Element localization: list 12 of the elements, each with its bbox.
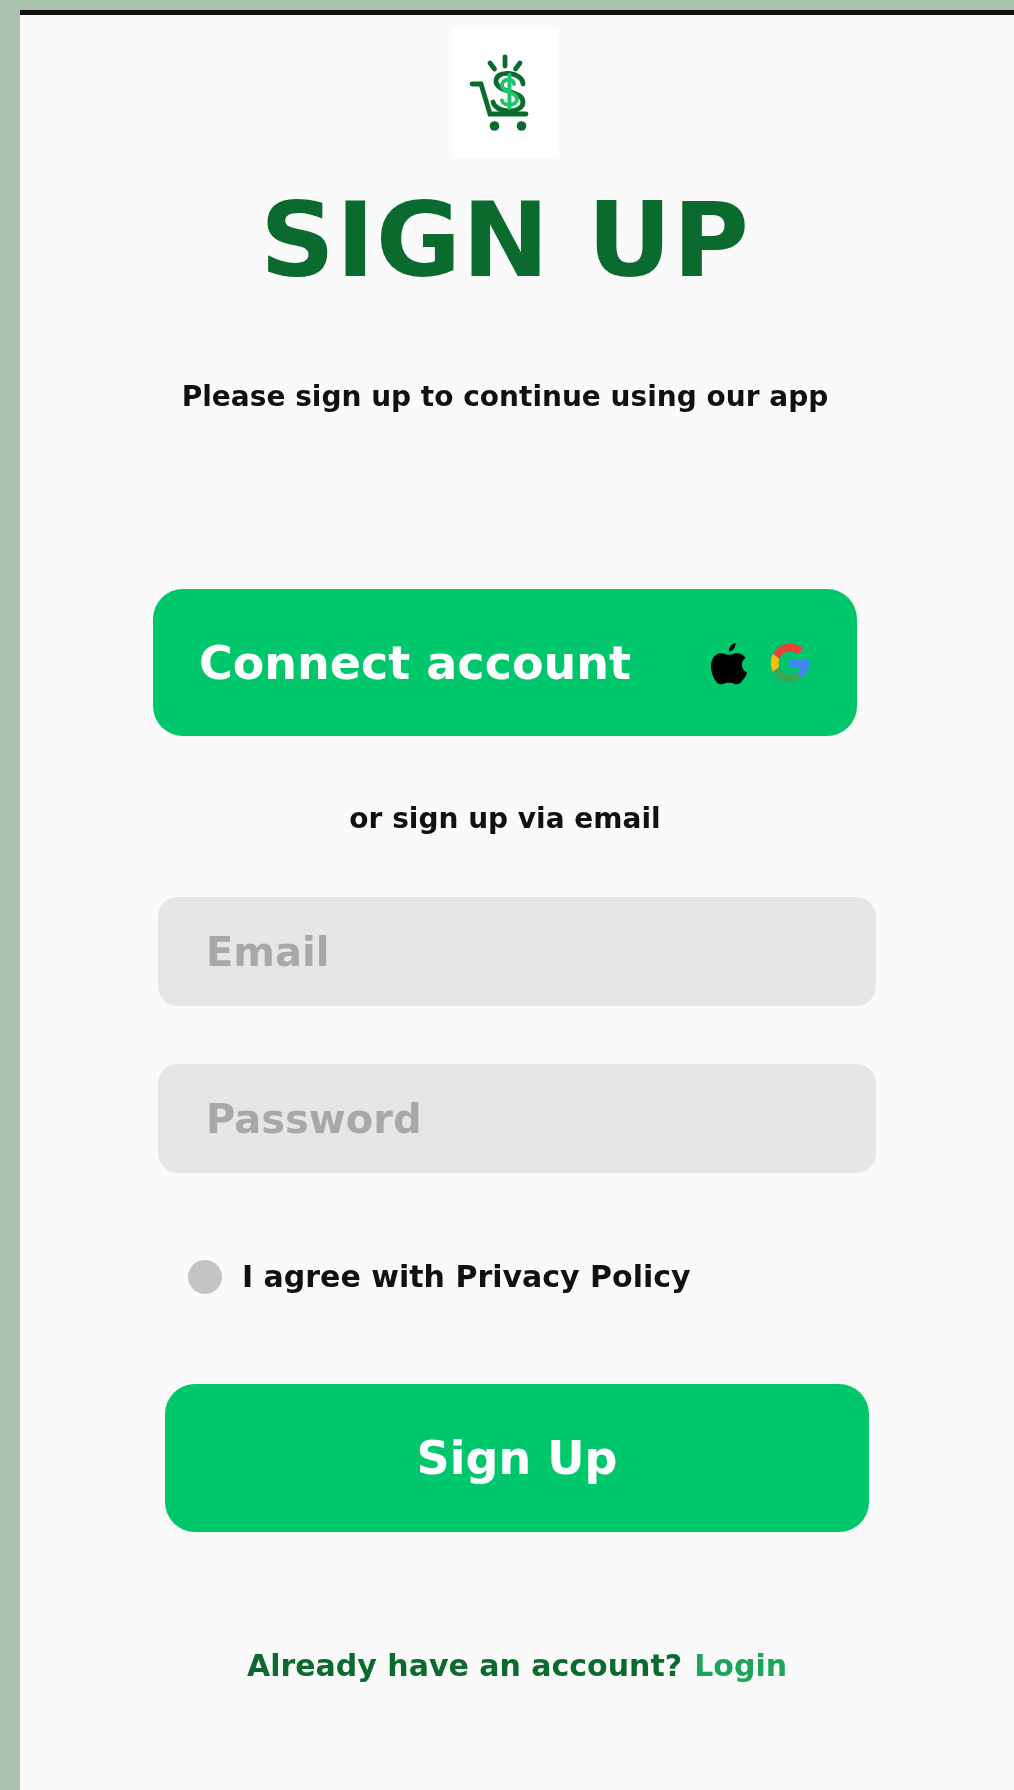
- logo-icon: [451, 28, 559, 158]
- footer-text: Already have an account?: [246, 1648, 683, 1684]
- divider-text: or sign up via email: [349, 802, 661, 836]
- input-field[interactable]: Password: [158, 1064, 876, 1174]
- agree-label: I agree with Privacy Policy: [242, 1259, 691, 1295]
- connect-account-button[interactable]: Connect account: [153, 589, 857, 737]
- input-field[interactable]: Email: [158, 897, 876, 1007]
- login-link[interactable]: Login: [694, 1648, 788, 1684]
- page-title: SIGN UP: [260, 183, 750, 298]
- subtitle: Please sign up to continue using our app: [181, 380, 829, 414]
- sign-up-button[interactable]: Sign Up: [165, 1384, 869, 1533]
- agree-checkbox[interactable]: [188, 1259, 222, 1294]
